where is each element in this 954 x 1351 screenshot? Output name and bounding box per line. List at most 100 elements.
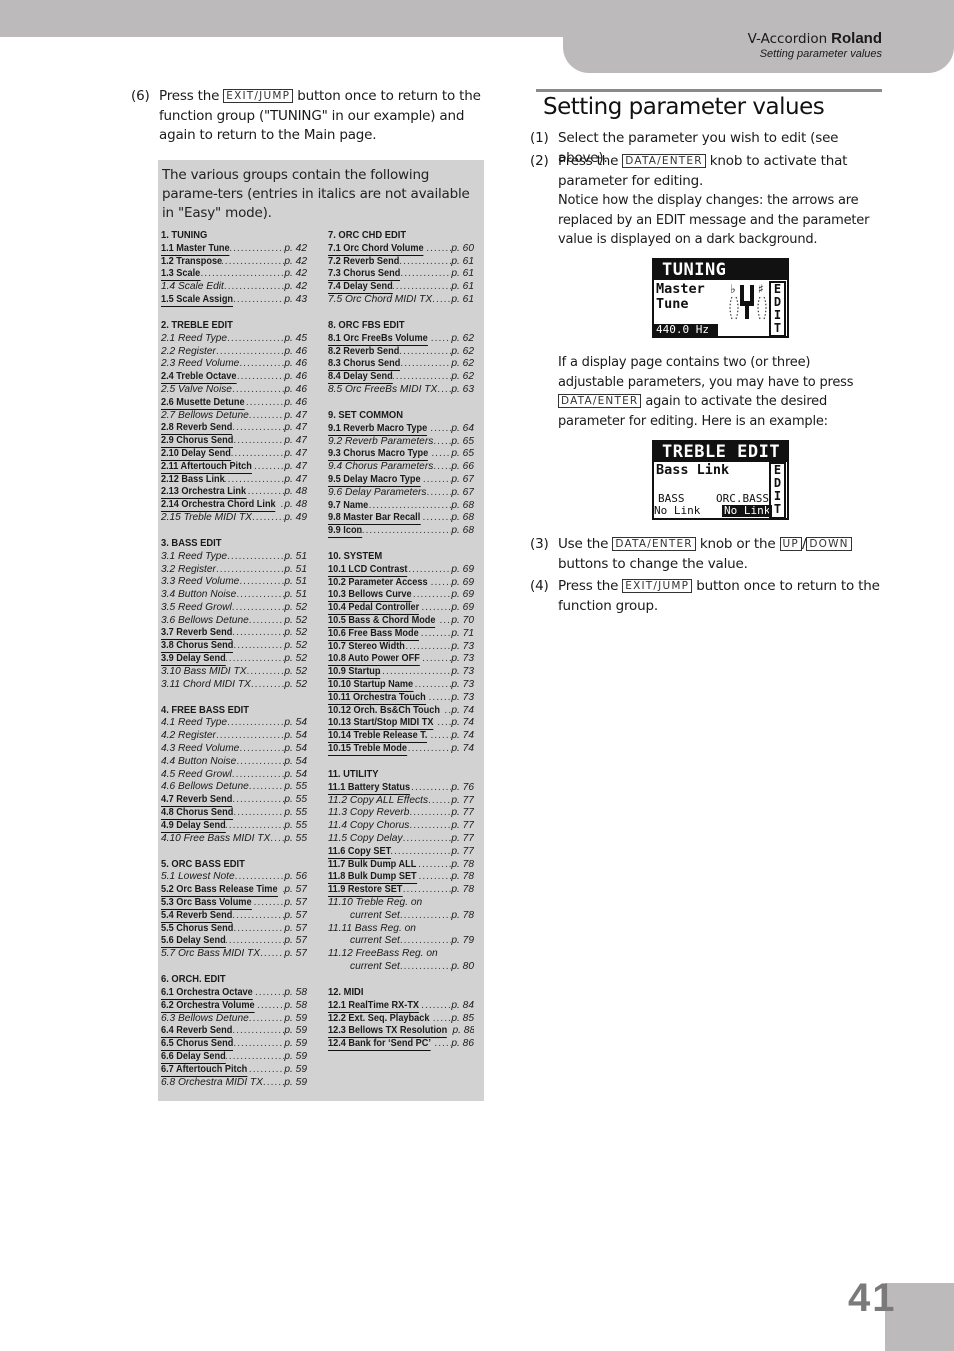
leader-dots	[403, 884, 452, 897]
lcd-param-line1: Master	[656, 281, 705, 297]
leader-dots	[358, 525, 451, 538]
parameter-name: 8.3 Chorus Send	[328, 358, 401, 372]
leader-dots	[422, 653, 451, 666]
leader-dots	[421, 628, 452, 641]
parameter-entry: 1.4 Scale Edit p. 42	[161, 281, 307, 294]
parameter-entry: 11.1 Battery Status p. 76	[328, 782, 474, 795]
lcd-title: TREBLE EDIT	[654, 442, 787, 462]
parameter-name: 7.5 Orc Chord MIDI TX	[328, 293, 433, 305]
parameter-name: 3.6 Bellows Detune	[161, 614, 249, 626]
exit-jump-key: EXIT/JUMP	[622, 579, 693, 593]
leader-dots	[246, 397, 284, 410]
page-reference: p. 52	[284, 653, 307, 665]
parameter-name: 5.3 Orc Bass Volume	[161, 897, 252, 910]
page-reference: p. 54	[284, 730, 307, 742]
parameter-entry: 10.6 Free Bass Mode p. 71	[328, 628, 474, 641]
page-reference: p. 62	[451, 358, 474, 370]
leader-dots	[430, 423, 451, 436]
page-reference: p. 77	[451, 820, 474, 832]
parameter-name: 4.2 Register	[161, 730, 216, 742]
leader-dots	[400, 268, 451, 281]
parameter-entry: 7.2 Reverb Send p. 61	[328, 256, 474, 269]
parameter-name: 4.6 Bellows Detune	[161, 781, 249, 793]
parameter-name: 2.10 Delay Send	[161, 447, 231, 461]
parameter-entry: 8.4 Delay Send p. 62	[328, 371, 474, 384]
page-reference: p. 78	[451, 884, 474, 896]
parameter-entry: 9.5 Delay Macro Type p. 67	[328, 474, 474, 487]
parameter-name: 10.14 Treble Release T.	[328, 730, 428, 744]
parameter-name: 3.10 Bass MIDI TX	[161, 665, 247, 677]
parameter-name: 1.2 Transpose	[161, 255, 223, 269]
parameter-name: 2.2 Register	[161, 345, 216, 357]
parameter-entry: 5.4 Reverb Send p. 57	[161, 910, 307, 923]
parameter-name: 3.5 Reed Growl	[161, 601, 232, 613]
parameter-entry: 10.15 Treble Mode p. 74	[328, 743, 474, 756]
page-reference: p. 42	[284, 268, 307, 280]
leader-dots	[390, 846, 451, 859]
parameter-entry: 9.4 Chorus Parameters p. 66	[328, 461, 474, 474]
parameter-group-title: 3. BASS EDIT	[161, 537, 222, 549]
parameter-name: 3.11 Chord MIDI TX	[161, 678, 251, 690]
parameter-entry: 2.1 Reed Type p. 45	[161, 333, 307, 346]
leader-dots	[437, 717, 451, 730]
parameter-entry: 3.11 Chord MIDI TX p. 52	[161, 679, 307, 692]
leader-dots	[411, 782, 451, 795]
leader-dots	[409, 807, 451, 820]
data-enter-key: DATA/ENTER	[558, 394, 642, 408]
page-reference: p. 68	[451, 499, 474, 511]
page-reference: p. 47	[284, 422, 307, 434]
parameter-name: 2.8 Reverb Send	[161, 422, 233, 436]
lcd-value-bass: No Link	[654, 504, 701, 517]
parameter-entry: 11.3 Copy Reverb p. 77	[328, 807, 474, 820]
section-title: Setting parameter values	[543, 94, 825, 120]
running-section-title: Setting parameter values	[759, 48, 882, 60]
leader-dots	[233, 807, 284, 820]
page-reference: p. 47	[284, 460, 307, 472]
leader-dots	[216, 564, 284, 577]
parameter-name: 11.3 Copy Reverb	[328, 807, 410, 819]
parameter-entry: 2.11 Aftertouch Pitch p. 47	[161, 461, 307, 474]
leader-dots	[249, 1013, 285, 1026]
parameter-name: 9.4 Chorus Parameters	[328, 461, 434, 473]
parameter-entry: 10.9 Startup p. 73	[328, 666, 474, 680]
tuning-fork-icon: ♭ ♯	[729, 282, 767, 320]
parameter-entry: 3.3 Reed Volume p. 51	[161, 576, 307, 589]
parameter-name: 5.2 Orc Bass Release Time	[161, 884, 278, 897]
running-header: V-Accordion Roland Setting parameter valu…	[563, 0, 954, 73]
step-4: (4) Press the EXIT/JUMP button once to r…	[530, 578, 880, 614]
leader-dots	[431, 448, 451, 461]
parameter-group: 3. BASS EDIT3.1 Reed Typep. 513.2 Regist…	[161, 538, 307, 692]
page-reference: p. 52	[284, 614, 307, 626]
leader-dots	[247, 666, 285, 679]
page-reference: p. 80	[451, 960, 474, 972]
parameter-name: 5.4 Reverb Send	[161, 909, 233, 923]
lcd-edit-indicator: E D I T	[769, 462, 786, 518]
parameter-name: 2.6 Musette Detune	[161, 396, 245, 410]
parameter-group-title: 11. UTILITY	[328, 769, 379, 781]
leader-dots	[409, 820, 451, 833]
leader-dots	[408, 564, 451, 577]
leader-dots	[257, 1000, 284, 1013]
parameter-name: 6.6 Delay Send	[161, 1050, 226, 1064]
parameter-column-left: 1. TUNING1.1 Master Tunep. 421.2 Transpo…	[161, 230, 307, 1103]
page-reference: p. 73	[451, 691, 474, 703]
page-reference: p. 49	[284, 511, 307, 523]
page-reference: p. 63	[451, 383, 474, 395]
page-reference: p. 56	[284, 871, 307, 883]
parameter-group: 11. UTILITY11.1 Battery Status p. 76 11.2 …	[328, 769, 474, 974]
page-reference: p. 42	[284, 281, 307, 293]
parameter-entry: 10.8 Auto Power OFF p. 73	[328, 653, 474, 667]
parameter-entry: 3.1 Reed Type p. 51	[161, 551, 307, 564]
leader-dots	[260, 948, 284, 961]
parameter-entry: 9.8 Master Bar Recall p. 68	[328, 512, 474, 526]
svg-text:♯: ♯	[758, 282, 764, 296]
page-reference: p. 54	[284, 717, 307, 729]
page-reference: p. 54	[284, 768, 307, 780]
leader-dots	[251, 679, 284, 692]
lcd-edit-indicator: E D I T	[769, 281, 786, 336]
lcd-treble-edit-screen: TREBLE EDIT Bass Link BASS No Link ORC.B…	[652, 440, 789, 520]
leader-dots	[421, 602, 451, 615]
page-reference: p. 62	[451, 345, 474, 357]
page-reference: p. 70	[451, 615, 474, 627]
parameter-name: 9.5 Delay Macro Type	[328, 473, 421, 487]
